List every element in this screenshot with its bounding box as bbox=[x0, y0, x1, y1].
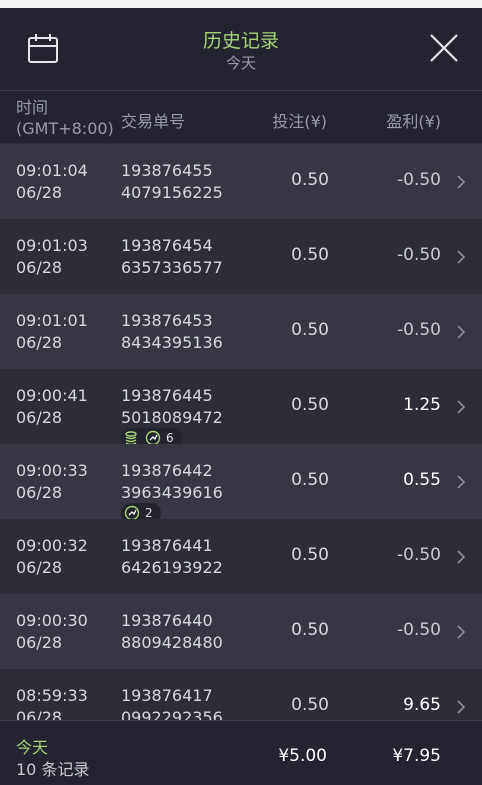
footer-total-bet: ¥5.00 bbox=[278, 746, 327, 766]
row-profit: 1.25 bbox=[403, 395, 441, 415]
row-order-id: 193876441 6426193922 bbox=[121, 536, 223, 577]
tag-count: 6 bbox=[166, 431, 174, 445]
row-bet: 0.50 bbox=[291, 695, 329, 715]
record-row[interactable]: 09:01:03 06/28 193876454 6357336577 0.50 -… bbox=[0, 219, 482, 294]
row-time: 09:00:30 06/28 bbox=[16, 611, 88, 652]
row-bet: 0.50 bbox=[291, 320, 329, 340]
row-profit: -0.50 bbox=[397, 545, 441, 565]
column-order: 交易单号 bbox=[121, 112, 186, 131]
row-profit: -0.50 bbox=[397, 245, 441, 265]
record-row[interactable]: 09:00:33 06/28 193876442 3963439616 2 0.50… bbox=[0, 444, 482, 523]
row-time: 09:00:41 06/28 bbox=[16, 386, 88, 427]
record-row[interactable]: 09:00:32 06/28 193876441 6426193922 0.50 -… bbox=[0, 519, 482, 594]
summary-footer: 今天 10 条记录 ¥5.00 ¥7.95 bbox=[0, 720, 482, 785]
row-bet: 0.50 bbox=[291, 170, 329, 190]
chevron-right-icon[interactable] bbox=[456, 474, 466, 490]
row-bet: 0.50 bbox=[291, 395, 329, 415]
column-header: 时间 (GMT+8:00) 交易单号 投注(¥) 盈利(¥) bbox=[0, 91, 482, 143]
page-subtitle[interactable]: 今天 bbox=[0, 54, 482, 72]
row-bet: 0.50 bbox=[291, 245, 329, 265]
column-profit: 盈利(¥) bbox=[386, 112, 441, 131]
top-strip bbox=[0, 0, 482, 8]
tag-count: 2 bbox=[145, 506, 153, 520]
row-bet: 0.50 bbox=[291, 545, 329, 565]
column-bet: 投注(¥) bbox=[272, 112, 327, 131]
record-row[interactable]: 09:01:04 06/28 193876455 4079156225 0.50 -… bbox=[0, 144, 482, 219]
footer-total-profit: ¥7.95 bbox=[392, 746, 441, 766]
row-order-id: 193876442 3963439616 bbox=[121, 461, 223, 502]
row-order-id: 193876417 0992292356 bbox=[121, 686, 223, 720]
row-profit: 9.65 bbox=[403, 695, 441, 715]
footer-today-label: 今天 bbox=[16, 738, 49, 757]
row-profit: 0.55 bbox=[403, 470, 441, 490]
row-profit: -0.50 bbox=[397, 620, 441, 640]
record-row[interactable]: 09:00:30 06/28 193876440 8809428480 0.50 -… bbox=[0, 594, 482, 669]
row-order-id: 193876440 8809428480 bbox=[121, 611, 223, 652]
row-profit: -0.50 bbox=[397, 170, 441, 190]
record-row[interactable]: 09:00:41 06/28 193876445 5018089472 6 0.50… bbox=[0, 369, 482, 448]
header-bar: 历史记录 今天 bbox=[0, 8, 482, 91]
chevron-right-icon[interactable] bbox=[456, 249, 466, 265]
row-order-id: 193876455 4079156225 bbox=[121, 161, 223, 202]
chevron-right-icon[interactable] bbox=[456, 699, 466, 715]
column-time: 时间 (GMT+8:00) bbox=[16, 98, 114, 138]
row-profit: -0.50 bbox=[397, 320, 441, 340]
chevron-right-icon[interactable] bbox=[456, 624, 466, 640]
row-time: 09:00:32 06/28 bbox=[16, 536, 88, 577]
chevron-right-icon[interactable] bbox=[456, 399, 466, 415]
row-time: 08:59:33 06/28 bbox=[16, 686, 88, 720]
row-order-id: 193876454 6357336577 bbox=[121, 236, 223, 277]
record-list[interactable]: 09:01:04 06/28 193876455 4079156225 0.50 -… bbox=[0, 144, 482, 720]
row-time: 09:01:01 06/28 bbox=[16, 311, 88, 352]
row-bet: 0.50 bbox=[291, 470, 329, 490]
row-order-id: 193876445 5018089472 bbox=[121, 386, 223, 427]
row-order-id: 193876453 8434395136 bbox=[121, 311, 223, 352]
chevron-right-icon[interactable] bbox=[456, 324, 466, 340]
row-time: 09:01:03 06/28 bbox=[16, 236, 88, 277]
page-title: 历史记录 bbox=[202, 30, 279, 52]
row-time: 09:00:33 06/28 bbox=[16, 461, 88, 502]
footer-record-count: 10 条记录 bbox=[16, 760, 90, 779]
close-icon[interactable] bbox=[428, 32, 460, 64]
chevron-right-icon[interactable] bbox=[456, 549, 466, 565]
record-row[interactable]: 09:01:01 06/28 193876453 8434395136 0.50 -… bbox=[0, 294, 482, 369]
chevron-right-icon[interactable] bbox=[456, 174, 466, 190]
record-row[interactable]: 08:59:33 06/28 193876417 0992292356 0.50 9… bbox=[0, 669, 482, 720]
row-bet: 0.50 bbox=[291, 620, 329, 640]
row-time: 09:01:04 06/28 bbox=[16, 161, 88, 202]
